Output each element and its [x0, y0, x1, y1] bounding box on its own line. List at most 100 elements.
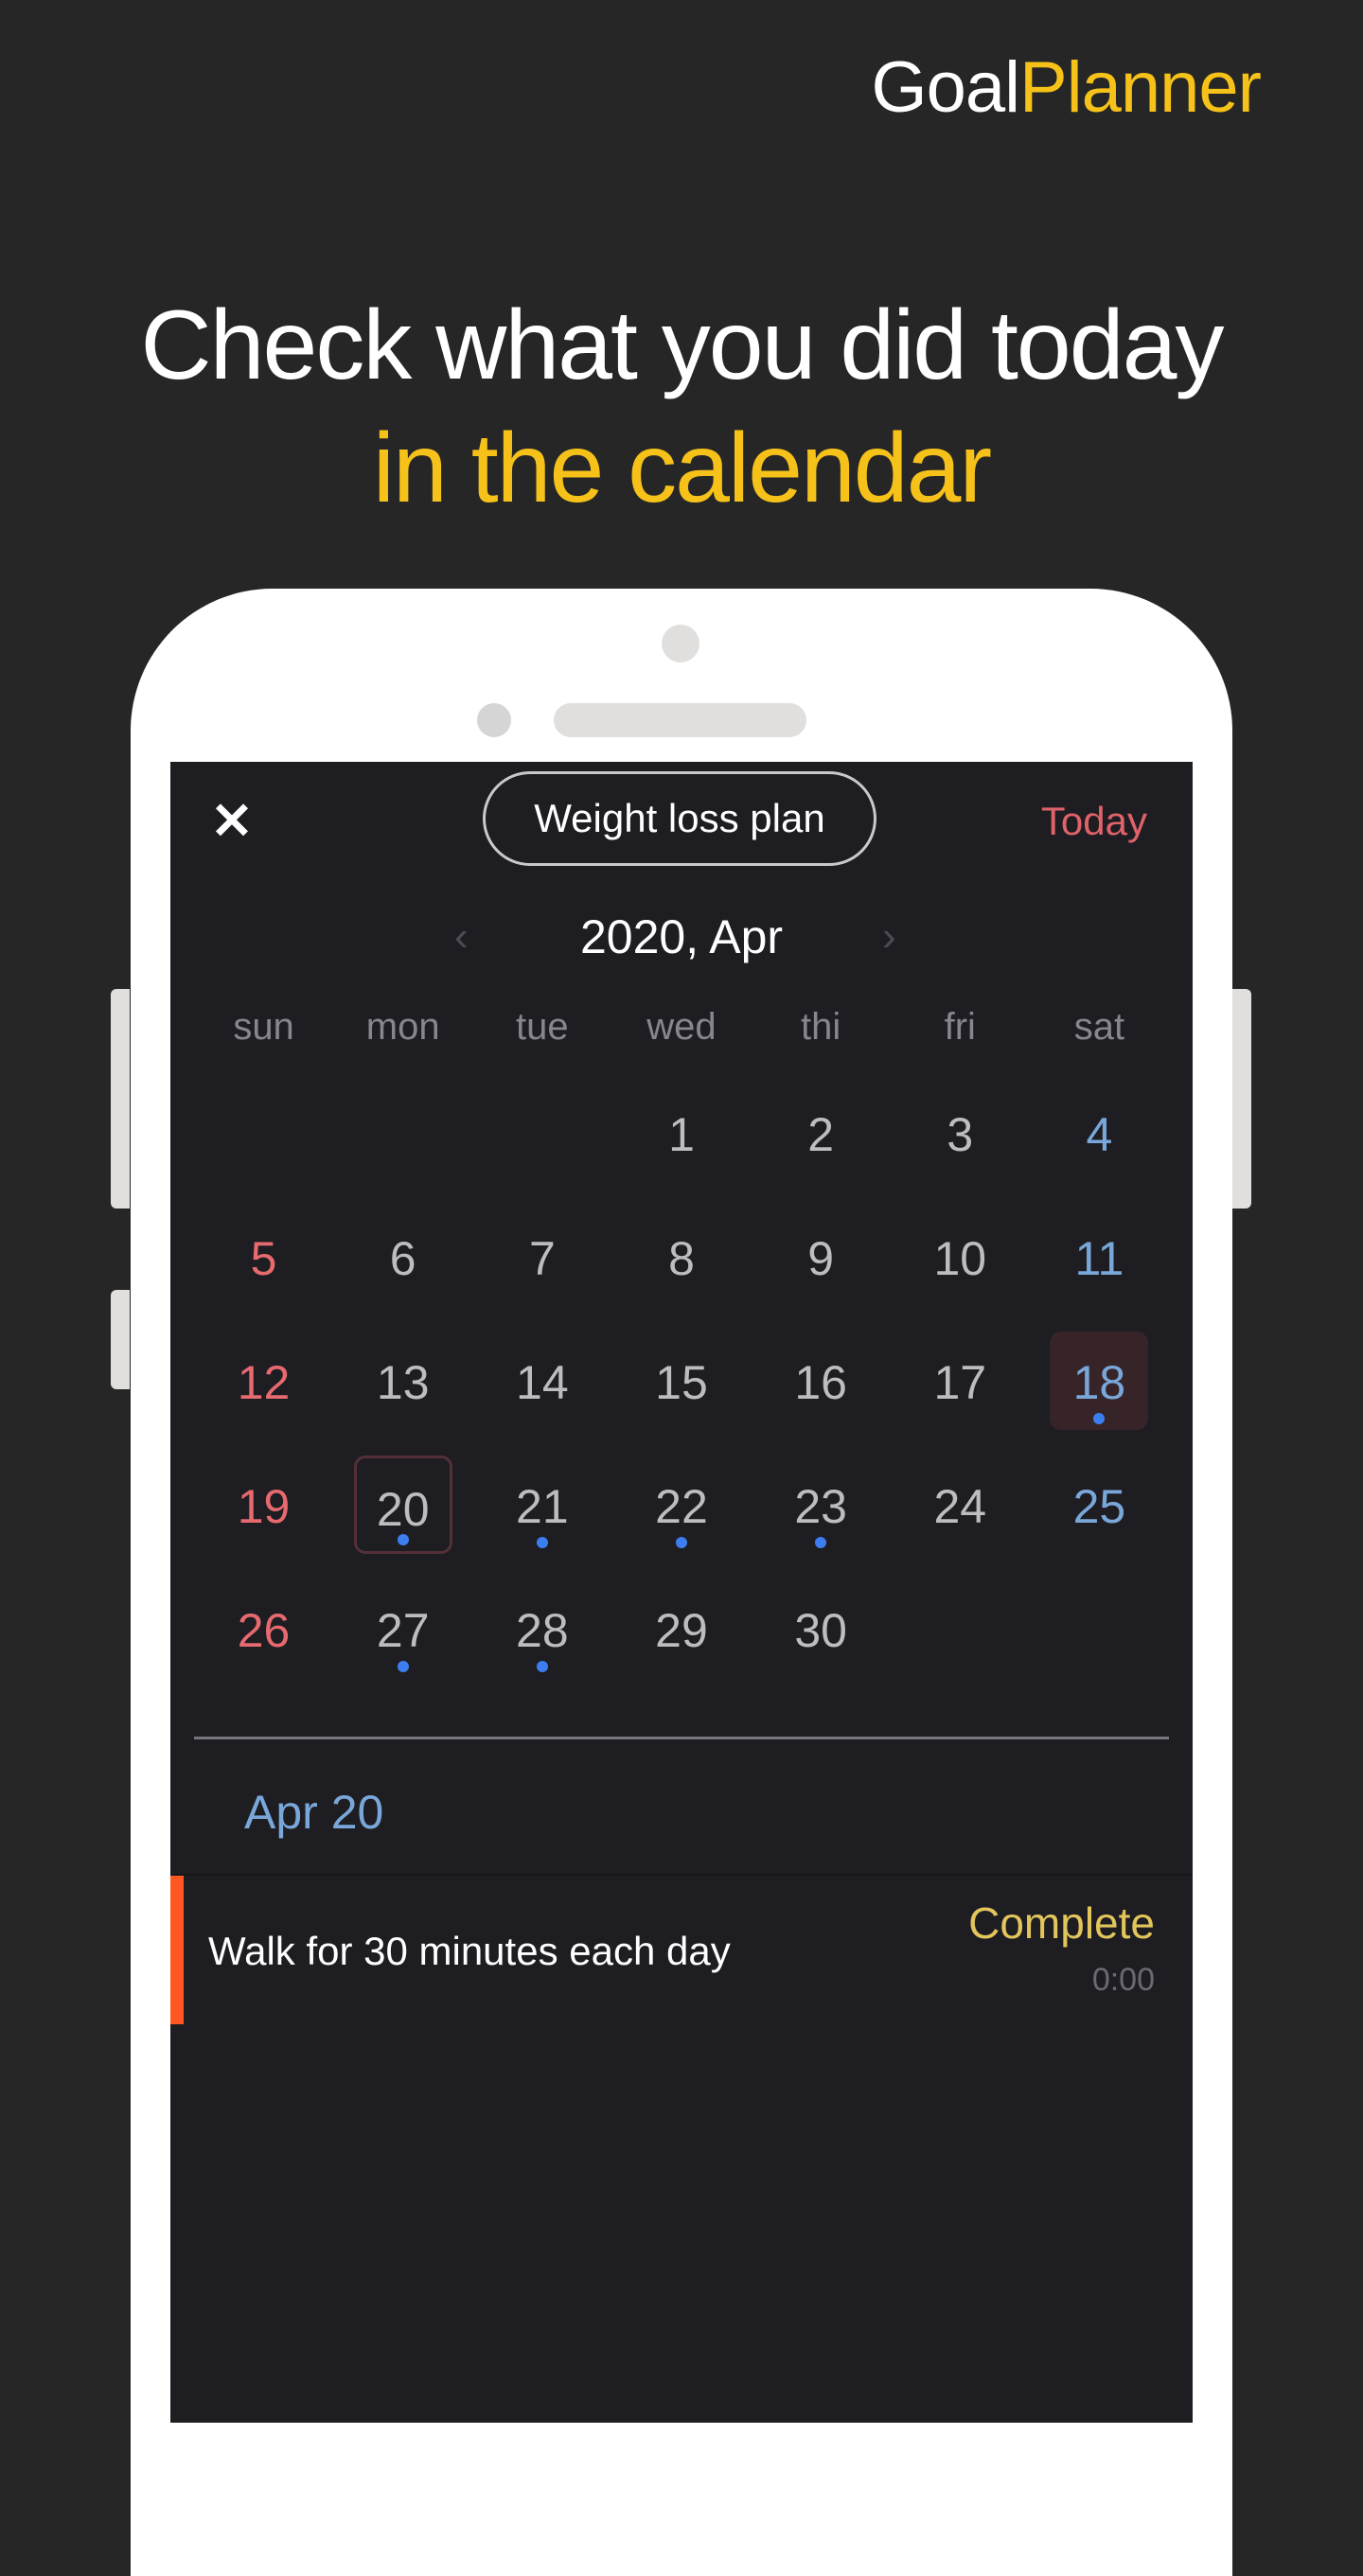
calendar-day[interactable]: 30: [752, 1579, 891, 1703]
headline-line2: in the calendar: [372, 414, 992, 523]
task-title: Walk for 30 minutes each day: [208, 1929, 731, 1973]
calendar-day[interactable]: 23: [752, 1456, 891, 1579]
calendar-day[interactable]: 12: [194, 1332, 333, 1456]
day-cell-box: 3: [911, 1084, 1009, 1182]
calendar-empty-cell: [1030, 1579, 1169, 1703]
calendar-week: 19 20 21 22 23 24 25: [194, 1456, 1169, 1579]
close-icon: ✕: [210, 793, 254, 850]
calendar-day[interactable]: 1: [611, 1084, 751, 1208]
calendar-day[interactable]: 25: [1030, 1456, 1169, 1579]
calendar-day[interactable]: 11: [1030, 1208, 1169, 1332]
day-cell-box: 30: [771, 1579, 870, 1678]
day-cell-box: 23: [771, 1456, 870, 1554]
calendar-day[interactable]: 26: [194, 1579, 333, 1703]
calendar-empty-cell: [194, 1084, 333, 1208]
day-number: 10: [933, 1232, 987, 1285]
calendar-day[interactable]: 28: [472, 1579, 611, 1703]
month-label: 2020, Apr: [579, 910, 784, 963]
calendar-day[interactable]: 3: [891, 1084, 1030, 1208]
task-item[interactable]: Walk for 30 minutes each day Complete 0:…: [170, 1876, 1193, 2024]
phone-speaker: [554, 703, 806, 737]
calendar-day[interactable]: 17: [891, 1332, 1030, 1456]
day-cell-box: 2: [771, 1084, 870, 1182]
brand-logo-part1: Goal: [871, 47, 1020, 128]
day-number: 14: [516, 1356, 569, 1409]
calendar-day[interactable]: 20: [333, 1456, 472, 1579]
day-cell-box: 24: [911, 1456, 1009, 1554]
weekday-header: sun mon tue wed thi fri sat: [194, 998, 1169, 1055]
task-status[interactable]: Complete: [968, 1895, 1155, 1951]
plan-selector-button[interactable]: Weight loss plan: [483, 771, 876, 866]
day-cell-box: 7: [493, 1208, 592, 1306]
day-cell-box: 11: [1050, 1208, 1148, 1306]
day-cell-box: [493, 1084, 592, 1182]
weekday-label: wed: [646, 1006, 717, 1048]
phone-volume-up-button: [111, 989, 130, 1209]
day-cell-box: 25: [1050, 1456, 1148, 1554]
calendar-day[interactable]: 21: [472, 1456, 611, 1579]
calendar-day[interactable]: 18: [1030, 1332, 1169, 1456]
calendar-grid: 1 2 3 4 5 6 7 8 9 10 11 12 13 14 15 16 17 18 19 20 21 22 23 24 2…: [194, 1084, 1169, 1703]
calendar-day[interactable]: 4: [1030, 1084, 1169, 1208]
day-number: 6: [389, 1232, 416, 1285]
calendar-day[interactable]: 6: [333, 1208, 472, 1332]
day-cell-box: 8: [632, 1208, 731, 1306]
calendar-day[interactable]: 27: [333, 1579, 472, 1703]
chevron-right-icon[interactable]: ›: [882, 904, 896, 970]
event-dot-icon: [536, 1537, 548, 1548]
calendar-week: 26 27 28 29 30: [194, 1579, 1169, 1703]
day-cell-box: [1050, 1579, 1148, 1678]
calendar-day[interactable]: 7: [472, 1208, 611, 1332]
event-dot-icon: [675, 1537, 687, 1548]
calendar-day[interactable]: 8: [611, 1208, 751, 1332]
promo-headline: Check what you did today in the calendar: [0, 284, 1363, 530]
close-button[interactable]: ✕: [208, 793, 256, 850]
calendar-day[interactable]: 22: [611, 1456, 751, 1579]
day-number: 12: [237, 1356, 291, 1409]
calendar-day[interactable]: 16: [752, 1332, 891, 1456]
phone-camera: [662, 625, 699, 662]
top-bar: ✕ Weight loss plan Today: [170, 762, 1193, 879]
brand-logo-part2: Planner: [1019, 47, 1262, 128]
day-cell-box: 27: [354, 1579, 452, 1678]
day-cell-box: 17: [911, 1332, 1009, 1430]
day-cell-box: 13: [354, 1332, 452, 1430]
calendar-day[interactable]: 29: [611, 1579, 751, 1703]
weekday-label: tue: [516, 1006, 569, 1048]
event-dot-icon: [536, 1661, 548, 1672]
calendar-day[interactable]: 14: [472, 1332, 611, 1456]
calendar-empty-cell: [891, 1579, 1030, 1703]
calendar-day[interactable]: 9: [752, 1208, 891, 1332]
day-number: 8: [668, 1232, 695, 1285]
headline-line1: Check what you did today: [140, 291, 1225, 400]
calendar-day[interactable]: 24: [891, 1456, 1030, 1579]
day-cell-box: 19: [215, 1456, 313, 1554]
day-number: 7: [528, 1232, 556, 1285]
day-cell-box: [215, 1084, 313, 1182]
today-button[interactable]: Today: [1041, 796, 1147, 847]
phone-power-button: [1232, 989, 1251, 1209]
day-number: 13: [376, 1356, 430, 1409]
day-cell-box: 6: [354, 1208, 452, 1306]
day-number: 29: [655, 1604, 708, 1657]
calendar-day[interactable]: 2: [752, 1084, 891, 1208]
day-cell-box: 26: [215, 1579, 313, 1678]
phone-sensor: [477, 703, 511, 737]
phone-volume-down-button: [111, 1290, 130, 1389]
day-number: 15: [655, 1356, 708, 1409]
calendar-day[interactable]: 15: [611, 1332, 751, 1456]
calendar-week: 5 6 7 8 9 10 11: [194, 1208, 1169, 1332]
calendar-day[interactable]: 5: [194, 1208, 333, 1332]
day-number: 17: [933, 1356, 987, 1409]
day-number: 19: [237, 1480, 291, 1533]
calendar-day[interactable]: 10: [891, 1208, 1030, 1332]
day-number: 1: [668, 1108, 695, 1161]
day-cell-box: [911, 1579, 1009, 1678]
day-cell-box: 9: [771, 1208, 870, 1306]
day-number: 16: [794, 1356, 847, 1409]
calendar-empty-cell: [333, 1084, 472, 1208]
calendar-day[interactable]: 19: [194, 1456, 333, 1579]
app-screen: ✕ Weight loss plan Today ‹ 2020, Apr › s…: [170, 762, 1193, 2423]
day-number: 11: [1074, 1232, 1124, 1285]
calendar-day[interactable]: 13: [333, 1332, 472, 1456]
